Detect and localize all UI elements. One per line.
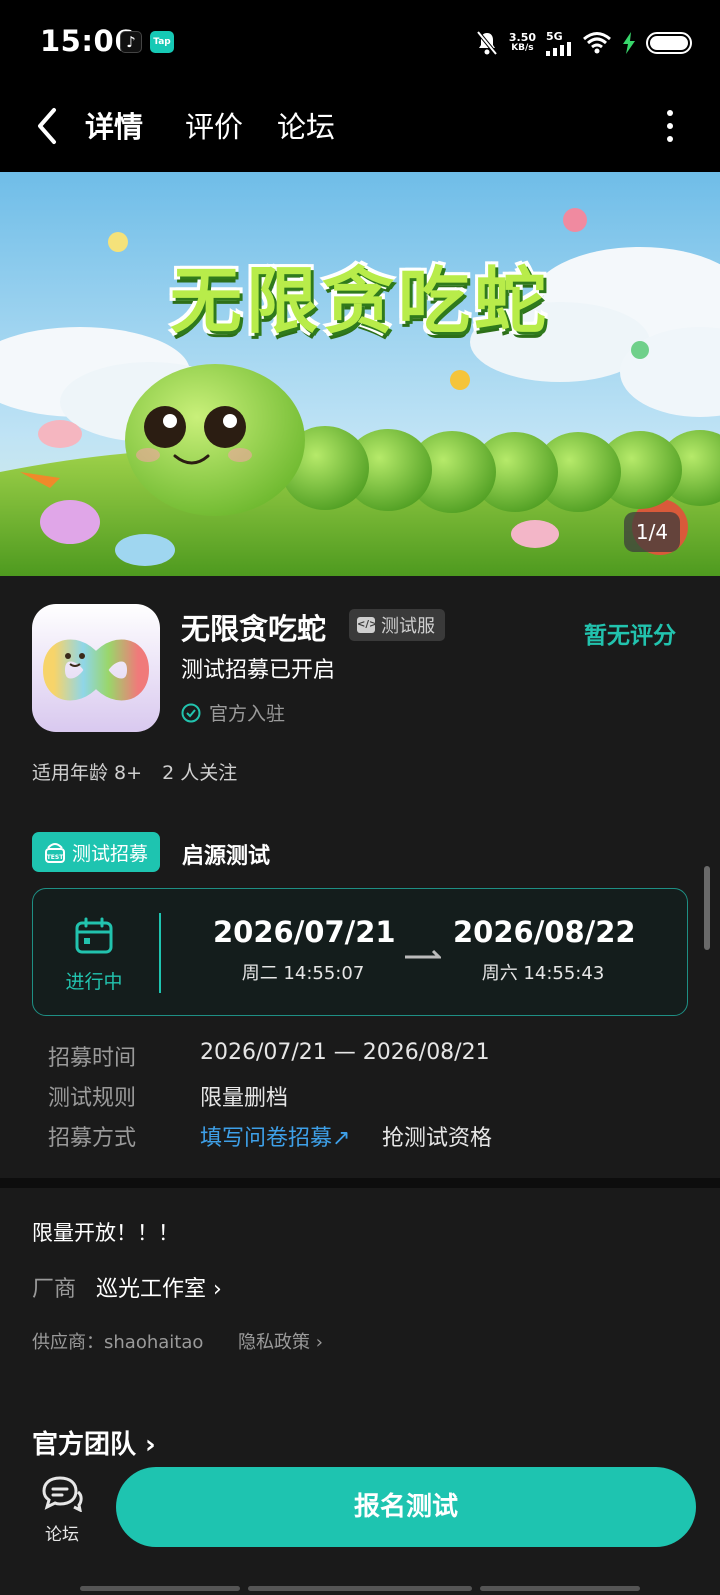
battery-icon — [646, 32, 692, 54]
recruit-method-label: 招募方式 — [48, 1126, 137, 1151]
test-icon: TEST — [45, 843, 65, 863]
tab-review[interactable]: 评价 — [185, 104, 243, 146]
end-date-block: 2026/08/22 周六 14:55:43 — [453, 915, 636, 985]
signal-icon — [546, 41, 571, 56]
notice-text: 限量开放！！！ — [32, 1221, 179, 1245]
age-follow-row: 适用年龄 8+ 2 人关注 — [32, 758, 237, 785]
tiktok-app-icon: ♪ — [120, 31, 142, 53]
test-recruit-chip: TEST 测试招募 — [32, 832, 161, 872]
nav-indicator-right — [480, 1586, 640, 1591]
bell-off-icon — [476, 30, 498, 56]
app-subtitle: 测试招募已开启 — [181, 658, 336, 683]
status-icons: 3.50 KB/s 5G — [475, 26, 692, 60]
test-rule-label: 测试规则 — [48, 1086, 137, 1111]
code-icon: </> — [357, 617, 377, 633]
banner-game-title: 无限贪吃蛇 — [169, 259, 550, 343]
test-status: 进行中 — [63, 917, 125, 994]
app-name: 无限贪吃蛇 — [181, 612, 327, 646]
app-icon — [32, 604, 160, 732]
test-recruit-label: 测试招募 — [72, 842, 149, 865]
tab-detail-label: 详情 — [85, 110, 144, 144]
forum-chat-icon — [42, 1476, 83, 1513]
charging-icon — [623, 32, 635, 54]
rating-text: 暂无评分 — [584, 623, 676, 649]
end-date: 2026/08/22 — [453, 915, 636, 949]
start-date: 2026/07/21 — [213, 915, 396, 949]
net-speed: 3.50 KB/s — [509, 32, 536, 54]
recruit-time-value: 2026/07/21 — 2026/08/21 — [200, 1040, 490, 1065]
svg-text:TEST: TEST — [47, 854, 65, 861]
official-team-link[interactable]: 官方团队 › — [32, 1424, 156, 1461]
forum-button-label: 论坛 — [45, 1525, 79, 1545]
vendor-label: 厂商 — [32, 1277, 77, 1302]
calendar-icon — [75, 917, 113, 954]
card-divider — [159, 913, 161, 993]
test-server-badge: </> 测试服 — [349, 609, 445, 641]
recruit-time-label: 招募时间 — [48, 1046, 137, 1071]
privacy-policy-link[interactable]: 隐私政策 › — [238, 1328, 323, 1354]
follower-count: 2 人关注 — [162, 762, 238, 784]
section-divider — [0, 1178, 720, 1188]
recruit-title: 启源测试 — [182, 844, 271, 869]
scrollbar[interactable] — [704, 866, 710, 950]
top-nav: 详情 评价 论坛 — [0, 84, 720, 172]
arrow-right-icon — [405, 949, 441, 959]
test-rule-value: 限量删档 — [200, 1086, 289, 1111]
network-type: 5G — [546, 29, 563, 43]
tab-forum[interactable]: 论坛 — [277, 104, 335, 146]
signup-test-button[interactable]: 报名测试 — [116, 1467, 696, 1547]
vendor-link[interactable]: 巡光工作室 › — [96, 1271, 222, 1303]
test-server-label: 测试服 — [381, 616, 435, 637]
status-bar: 15:06 ♪ Tap 3.50 KB/s 5G — [0, 0, 720, 84]
nav-indicator-center — [248, 1586, 472, 1591]
end-time: 周六 14:55:43 — [481, 963, 605, 984]
questionnaire-link[interactable]: 填写问卷招募↗ — [200, 1120, 350, 1152]
start-date-block: 2026/07/21 周二 14:55:07 — [213, 915, 396, 985]
supplier-text: 供应商：shaohaitao — [32, 1332, 204, 1353]
check-circle-icon — [181, 703, 201, 722]
tab-detail[interactable]: 详情 — [81, 104, 148, 150]
grab-test-qualification: 抢测试资格 — [382, 1126, 493, 1151]
more-menu-button[interactable] — [664, 110, 676, 146]
cell-signal: 5G — [546, 31, 572, 56]
screenshot-banner[interactable]: 无限贪吃蛇 1/4 — [0, 172, 720, 576]
official-badge: 官方入驻 — [181, 699, 285, 726]
wifi-icon — [583, 32, 611, 54]
banner-artwork — [0, 172, 720, 576]
banner-page-counter: 1/4 — [624, 512, 680, 552]
test-status-label: 进行中 — [65, 971, 123, 993]
start-time: 周二 14:55:07 — [241, 963, 365, 984]
forum-button[interactable]: 论坛 — [34, 1474, 90, 1545]
test-period-card: 进行中 2026/07/21 周二 14:55:07 2026/08/22 周六… — [32, 888, 688, 1016]
net-speed-unit: KB/s — [511, 43, 534, 53]
nav-indicator-left — [80, 1586, 240, 1591]
back-button[interactable] — [30, 104, 70, 148]
official-label: 官方入驻 — [209, 703, 286, 725]
age-rating: 适用年龄 8+ — [32, 762, 143, 784]
net-speed-value: 3.50 — [508, 31, 536, 44]
taptap-app-icon: Tap — [150, 31, 174, 53]
